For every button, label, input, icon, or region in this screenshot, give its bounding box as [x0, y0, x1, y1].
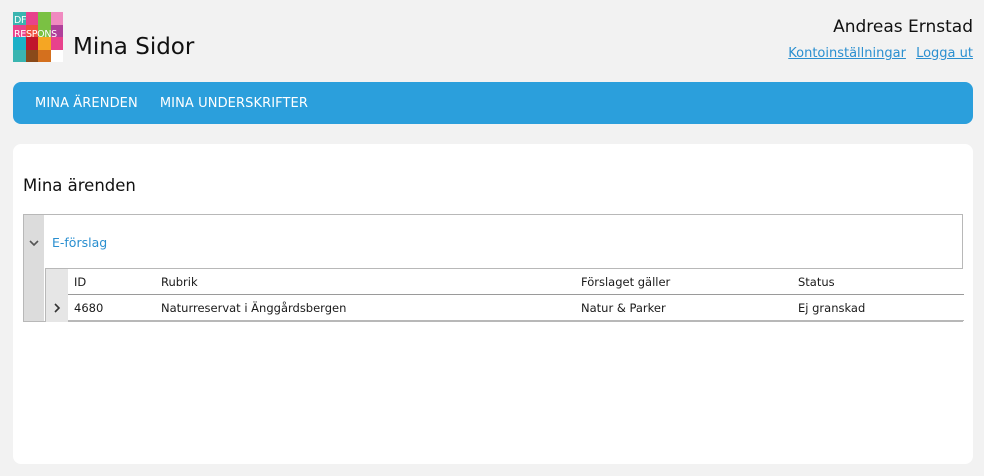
cases-grid: E-förslag ID Rubrik Förslaget gäller Sta… — [23, 214, 964, 322]
chevron-down-icon[interactable] — [27, 236, 41, 250]
group-indicator-bar — [24, 215, 44, 321]
cell-rubrik: Naturreservat i Änggårdsbergen — [161, 301, 347, 315]
table-header: ID Rubrik Förslaget gäller Status — [68, 269, 964, 295]
column-header-rubrik[interactable]: Rubrik — [161, 275, 198, 289]
cell-id: 4680 — [74, 301, 104, 315]
column-header-id[interactable]: ID — [74, 275, 86, 289]
column-header-forslaget[interactable]: Förslaget gäller — [581, 275, 670, 289]
nav-mina-underskrifter[interactable]: MINA UNDERSKRIFTER — [160, 96, 308, 111]
user-name: Andreas Ernstad — [833, 17, 973, 37]
logo-tile — [13, 49, 26, 62]
group-table: ID Rubrik Förslaget gäller Status 4680 N… — [45, 268, 964, 322]
page-title: Mina ärenden — [23, 176, 136, 195]
logo-text-df: DF — [14, 15, 27, 26]
cell-forslaget: Natur & Parker — [581, 301, 666, 315]
column-header-status[interactable]: Status — [798, 275, 835, 289]
logo-tile — [38, 49, 51, 62]
logo-tile — [50, 49, 63, 62]
logo-tile — [25, 49, 38, 62]
site-title: Mina Sidor — [73, 34, 195, 60]
chevron-right-icon[interactable] — [51, 301, 63, 315]
logo-text-respons: RESPONS — [14, 29, 57, 40]
main-panel: Mina ärenden E-förslag ID Rubrik Förslag… — [13, 144, 973, 464]
user-links: Kontoinställningar Logga ut — [782, 46, 973, 61]
table-row[interactable]: 4680 Naturreservat i Änggårdsbergen Natu… — [68, 295, 964, 321]
nav-mina-arenden[interactable]: MINA ÄRENDEN — [35, 96, 138, 111]
logout-link[interactable]: Logga ut — [916, 46, 973, 61]
account-settings-link[interactable]: Kontoinställningar — [788, 46, 906, 61]
main-nav: MINA ÄRENDEN MINA UNDERSKRIFTER — [13, 82, 973, 124]
group-label-e-forslag[interactable]: E-förslag — [52, 235, 107, 250]
cell-status: Ej granskad — [798, 301, 866, 315]
